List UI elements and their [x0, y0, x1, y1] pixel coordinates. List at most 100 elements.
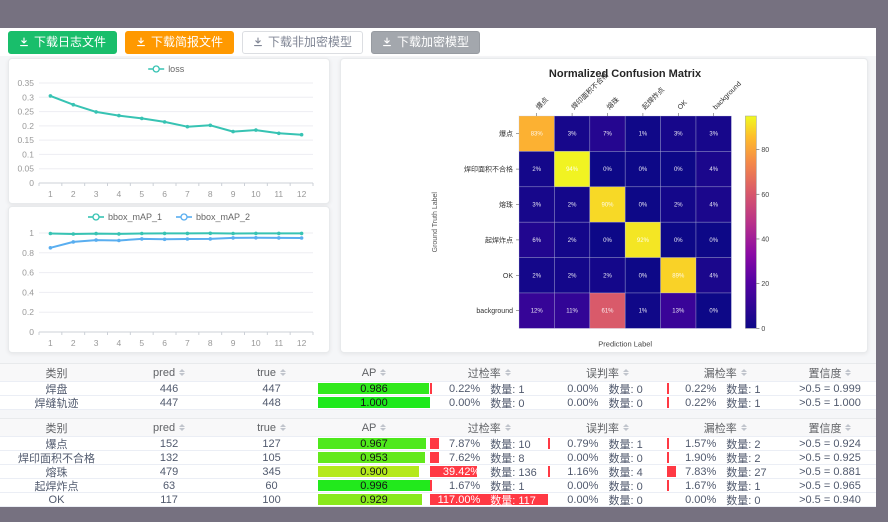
- svg-text:9: 9: [231, 338, 236, 348]
- svg-text:12: 12: [297, 189, 307, 199]
- svg-text:background: background: [712, 81, 743, 112]
- svg-text:2: 2: [71, 338, 76, 348]
- svg-text:起焊炸点: 起焊炸点: [640, 85, 666, 111]
- column-header-ap[interactable]: AP: [318, 419, 430, 436]
- column-header-mis[interactable]: 误判率: [548, 364, 666, 381]
- legend-item-loss[interactable]: loss: [148, 64, 185, 74]
- sort-caret[interactable]: [505, 366, 511, 380]
- column-header-pred[interactable]: pred: [113, 419, 225, 436]
- download-button-2[interactable]: 下载简报文件: [125, 31, 234, 54]
- svg-text:0.1: 0.1: [22, 149, 34, 159]
- svg-text:7%: 7%: [603, 132, 612, 138]
- column-header-true[interactable]: true: [225, 364, 318, 381]
- sort-caret[interactable]: [380, 421, 386, 435]
- cell-over-rate: 0.00%数量: 0: [430, 396, 548, 409]
- sort-caret[interactable]: [741, 366, 747, 380]
- svg-text:起焊炸点: 起焊炸点: [485, 235, 513, 244]
- cell-mis-rate: 1.16%数量: 4: [548, 465, 666, 478]
- cell-mis-rate: 0.79%数量: 1: [548, 437, 666, 450]
- svg-text:89%: 89%: [672, 273, 685, 279]
- cell-true: 105: [225, 451, 318, 464]
- svg-text:4: 4: [117, 189, 122, 199]
- sort-caret[interactable]: [741, 421, 747, 435]
- svg-text:熔珠: 熔珠: [605, 95, 621, 111]
- cell-pred: 447: [113, 396, 225, 409]
- svg-text:4%: 4%: [709, 273, 718, 279]
- column-header-miss[interactable]: 漏检率: [667, 419, 784, 436]
- column-header-mis[interactable]: 误判率: [548, 419, 666, 436]
- svg-text:0.25: 0.25: [17, 107, 34, 117]
- table-header-row: 类别predtrueAP过检率误判率漏检率置信度: [0, 364, 876, 382]
- sort-caret[interactable]: [845, 366, 851, 380]
- svg-text:3%: 3%: [674, 132, 683, 138]
- svg-text:bbox_mAP_2: bbox_mAP_2: [196, 212, 250, 222]
- cell-mis-rate: 0.00%数量: 0: [548, 451, 666, 464]
- svg-text:5: 5: [139, 338, 144, 348]
- cell-miss-rate: 0.22%数量: 1: [667, 396, 784, 409]
- column-header-miss[interactable]: 漏检率: [667, 364, 784, 381]
- column-header-over[interactable]: 过检率: [430, 419, 548, 436]
- cell-miss-rate: 1.67%数量: 1: [667, 479, 784, 492]
- svg-text:8: 8: [208, 189, 213, 199]
- sort-caret[interactable]: [179, 421, 185, 435]
- svg-text:12%: 12%: [531, 309, 544, 315]
- legend-item-bbox_mAP_2[interactable]: bbox_mAP_2: [176, 212, 250, 222]
- sort-caret[interactable]: [845, 421, 851, 435]
- column-header-true[interactable]: true: [225, 419, 318, 436]
- column-header-conf[interactable]: 置信度: [784, 419, 876, 436]
- svg-text:10: 10: [251, 338, 261, 348]
- cell-pred: 63: [113, 479, 225, 492]
- svg-text:2%: 2%: [568, 238, 577, 244]
- svg-text:background: background: [476, 308, 513, 315]
- column-header-conf[interactable]: 置信度: [784, 364, 876, 381]
- table-row: 焊缝轨迹4474481.0000.00%数量: 00.00%数量: 00.22%…: [0, 396, 876, 410]
- legend-item-bbox_mAP_1[interactable]: bbox_mAP_1: [88, 212, 162, 222]
- svg-text:9: 9: [231, 189, 236, 199]
- cell-true: 60: [225, 479, 318, 492]
- cell-mis-rate: 0.00%数量: 0: [548, 479, 666, 492]
- cell-class: 焊印面积不合格: [0, 451, 113, 464]
- svg-text:loss: loss: [168, 64, 185, 74]
- svg-text:7: 7: [185, 189, 190, 199]
- sort-caret[interactable]: [623, 421, 629, 435]
- sort-caret[interactable]: [380, 366, 386, 380]
- cell-confidence: >0.5 = 1.000: [784, 396, 876, 409]
- svg-text:0%: 0%: [674, 238, 683, 244]
- svg-text:OK: OK: [503, 273, 513, 280]
- download-button-3[interactable]: 下载非加密模型: [242, 31, 363, 54]
- download-button-1[interactable]: 下载日志文件: [8, 31, 117, 54]
- svg-text:92%: 92%: [637, 238, 650, 244]
- svg-text:6: 6: [162, 189, 167, 199]
- sort-caret[interactable]: [623, 366, 629, 380]
- sort-caret[interactable]: [280, 366, 286, 380]
- svg-text:60: 60: [761, 192, 769, 199]
- svg-text:2%: 2%: [603, 273, 612, 279]
- svg-text:2%: 2%: [532, 273, 541, 279]
- svg-text:3%: 3%: [709, 132, 718, 138]
- rate-bar: [667, 480, 669, 491]
- cell-class: 焊盘: [0, 382, 113, 395]
- svg-text:0.05: 0.05: [17, 164, 34, 174]
- column-header-cls: 类别: [0, 364, 113, 381]
- sort-caret[interactable]: [179, 366, 185, 380]
- cell-miss-rate: 0.22%数量: 1: [667, 382, 784, 395]
- confusion-matrix-card: Normalized Confusion Matrix 83%3%7%1%3%3…: [340, 58, 868, 353]
- column-header-pred[interactable]: pred: [113, 364, 225, 381]
- svg-text:4: 4: [117, 338, 122, 348]
- download-button-4[interactable]: 下载加密模型: [371, 31, 480, 54]
- column-header-cls: 类别: [0, 419, 113, 436]
- column-header-over[interactable]: 过检率: [430, 364, 548, 381]
- cell-confidence: >0.5 = 0.940: [784, 493, 876, 506]
- cell-ap: 0.953: [318, 451, 430, 464]
- svg-text:0%: 0%: [639, 273, 648, 279]
- svg-text:2%: 2%: [532, 167, 541, 173]
- sort-caret[interactable]: [280, 421, 286, 435]
- svg-text:2%: 2%: [568, 203, 577, 209]
- svg-text:20: 20: [761, 281, 769, 288]
- svg-text:0.35: 0.35: [17, 78, 34, 88]
- confusion-matrix-title: Normalized Confusion Matrix: [549, 68, 701, 80]
- sort-caret[interactable]: [505, 421, 511, 435]
- cell-mis-rate: 0.00%数量: 0: [548, 382, 666, 395]
- button-label: 下载加密模型: [397, 32, 469, 53]
- column-header-ap[interactable]: AP: [318, 364, 430, 381]
